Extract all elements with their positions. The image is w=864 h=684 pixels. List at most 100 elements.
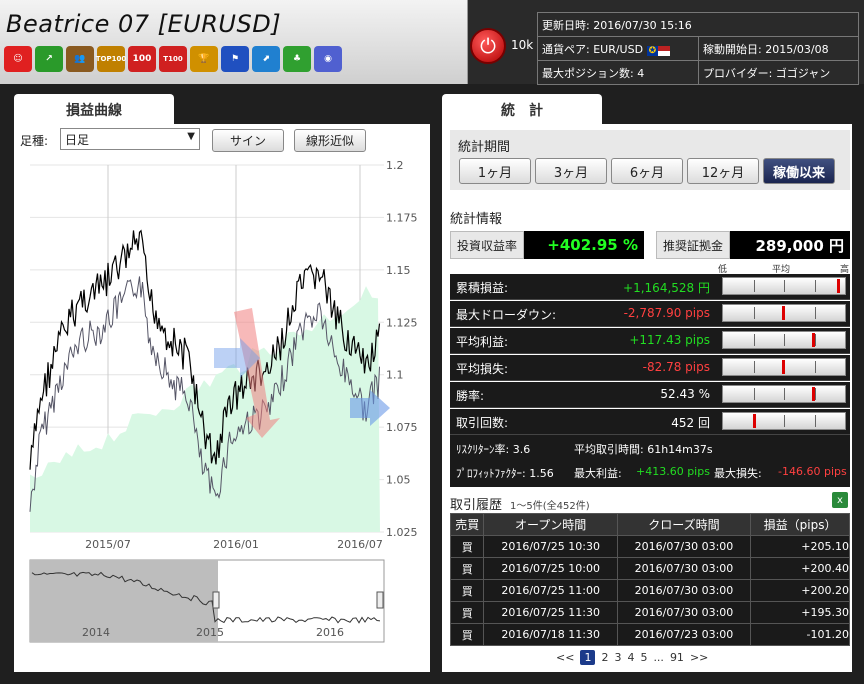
navigator-right-handle[interactable] [376,591,384,609]
gauge-tick [784,334,785,346]
stat-gauge [722,331,846,349]
stat-gauge [722,277,846,295]
gauge-tick [814,415,816,427]
cell-side: 買 [449,601,485,624]
pager-next[interactable]: >> [690,651,708,664]
stat-row: 累積損益: +1,164,528 円 [450,274,850,300]
table-row[interactable]: 買 2016/07/25 11:30 2016/07/30 03:00 +195.30 [449,601,850,624]
cell-pnl: +205.10 [750,535,850,558]
stat-value: 452 回 [671,416,710,430]
max-profit-value: +413.60 pips [636,465,710,478]
period-button-0[interactable]: 1ヶ月 [459,158,531,184]
stat-gauge [722,304,846,322]
x-tick-label: 2016/01 [213,538,259,551]
gauge-tick [814,388,816,400]
cell-side: 買 [449,623,485,646]
stat-gauge [722,358,846,376]
cell-open-time: 2016/07/25 11:30 [483,601,618,624]
cell-pnl: +200.20 [750,579,850,602]
period-title: 統計期間 [458,140,511,155]
period-button-4[interactable]: 稼働以来 [763,158,835,184]
pager-prev[interactable]: << [556,651,574,664]
y-tick-label: 1.125 [386,316,418,329]
stat-row: 勝率: 52.43 % [450,382,850,408]
period-button-2[interactable]: 6ヶ月 [611,158,683,184]
trade-history-table: 売買 オープン時間 クローズ時間 損益（pips） 買 2016/07/25 10:30… [449,513,850,646]
gauge-tick [814,361,816,373]
gauge-tick [753,280,755,292]
pl-area [30,286,380,532]
y-tick-label: 1.15 [386,264,411,277]
stat-row: 取引回数: 452 回 [450,409,850,435]
cell-close-time: 2016/07/30 03:00 [616,579,752,602]
tab-statistics[interactable]: 統 計 [442,94,602,126]
y-tick-label: 1.175 [386,211,418,224]
stat-row: 最大ドローダウン: -2,787.90 pips [450,301,850,327]
margin-value: 289,000 円 [730,231,850,259]
nav-tick-label: 2014 [82,626,110,639]
stats-title: 統計情報 [450,212,503,227]
stat-value: -82.78 pips [642,360,710,374]
x-tick-label: 2015/07 [85,538,131,551]
pagination: << 1 2 3 4 5... 91 >> [556,650,708,665]
history-title: 取引履歴 [450,498,503,513]
pager-page[interactable]: 4 [627,651,634,664]
cell-side: 買 [449,535,485,558]
gauge-marker [811,387,815,401]
cell-open-time: 2016/07/18 11:30 [483,623,618,646]
stat-label: 勝率: [456,389,485,403]
gauge-marker [752,414,756,428]
cell-side: 買 [449,579,485,602]
pager-page[interactable]: 5 [640,651,647,664]
stat-label: 最大ドローダウン: [456,308,557,322]
gauge-marker [782,360,785,374]
gauge-tick [814,307,816,319]
pager-last[interactable]: 91 [670,651,684,664]
stat-value: +1,164,528 円 [623,281,710,295]
stat-gauge [722,385,846,403]
column-header[interactable]: クローズ時間 [616,513,752,536]
stat-label: 累積損益: [456,281,509,295]
pager-page[interactable]: 3 [614,651,621,664]
cell-close-time: 2016/07/30 03:00 [616,601,752,624]
max-loss-label: 最大損失: [714,467,762,480]
gauge-tick [753,361,755,373]
y-tick-label: 1.2 [386,159,404,172]
max-profit-label: 最大利益: [574,467,622,480]
stat-label: 平均利益: [456,335,509,349]
cell-side: 買 [449,557,485,580]
max-loss-value: -146.60 pips [778,465,847,478]
x-tick-label: 2016/07 [337,538,383,551]
stat-row: 平均損失: -82.78 pips [450,355,850,381]
margin-label: 推奨証拠金 [656,231,730,259]
period-button-3[interactable]: 12ヶ月 [687,158,759,184]
gauge-tick [753,388,755,400]
gauge-marker [782,306,785,320]
profit-factor: ﾌﾟﾛﾌｨｯﾄﾌｧｸﾀｰ: 1.56 [456,467,554,480]
cell-open-time: 2016/07/25 11:00 [483,579,618,602]
y-tick-label: 1.025 [386,526,418,539]
pager-page[interactable]: 1 [580,650,596,665]
excel-export-icon[interactable]: x [832,492,848,508]
table-row[interactable]: 買 2016/07/18 11:30 2016/07/23 03:00 -101.20 [449,623,850,646]
column-header[interactable]: オープン時間 [483,513,618,536]
navigator-left-handle[interactable] [212,591,220,609]
stat-value: -2,787.90 pips [623,306,710,320]
gauge-marker [811,333,815,347]
table-row[interactable]: 買 2016/07/25 10:30 2016/07/30 03:00 +205.10 [449,535,850,558]
navigator-shaded-range [30,560,218,642]
pager-ellipsis: ... [653,651,664,664]
column-header[interactable]: 売買 [449,513,485,536]
column-header[interactable]: 損益（pips） [750,513,850,536]
history-subtitle: 1〜5件(全452件) [510,501,590,512]
gauge-tick [753,307,755,319]
gauge-tick [784,280,785,292]
period-button-1[interactable]: 3ヶ月 [535,158,607,184]
y-tick-label: 1.05 [386,474,411,487]
nav-tick-label: 2016 [316,626,344,639]
table-row[interactable]: 買 2016/07/25 11:00 2016/07/30 03:00 +200.20 [449,579,850,602]
cell-close-time: 2016/07/30 03:00 [616,535,752,558]
table-row[interactable]: 買 2016/07/25 10:00 2016/07/30 03:00 +200.40 [449,557,850,580]
stat-gauge [722,412,846,430]
pager-page[interactable]: 2 [601,651,608,664]
